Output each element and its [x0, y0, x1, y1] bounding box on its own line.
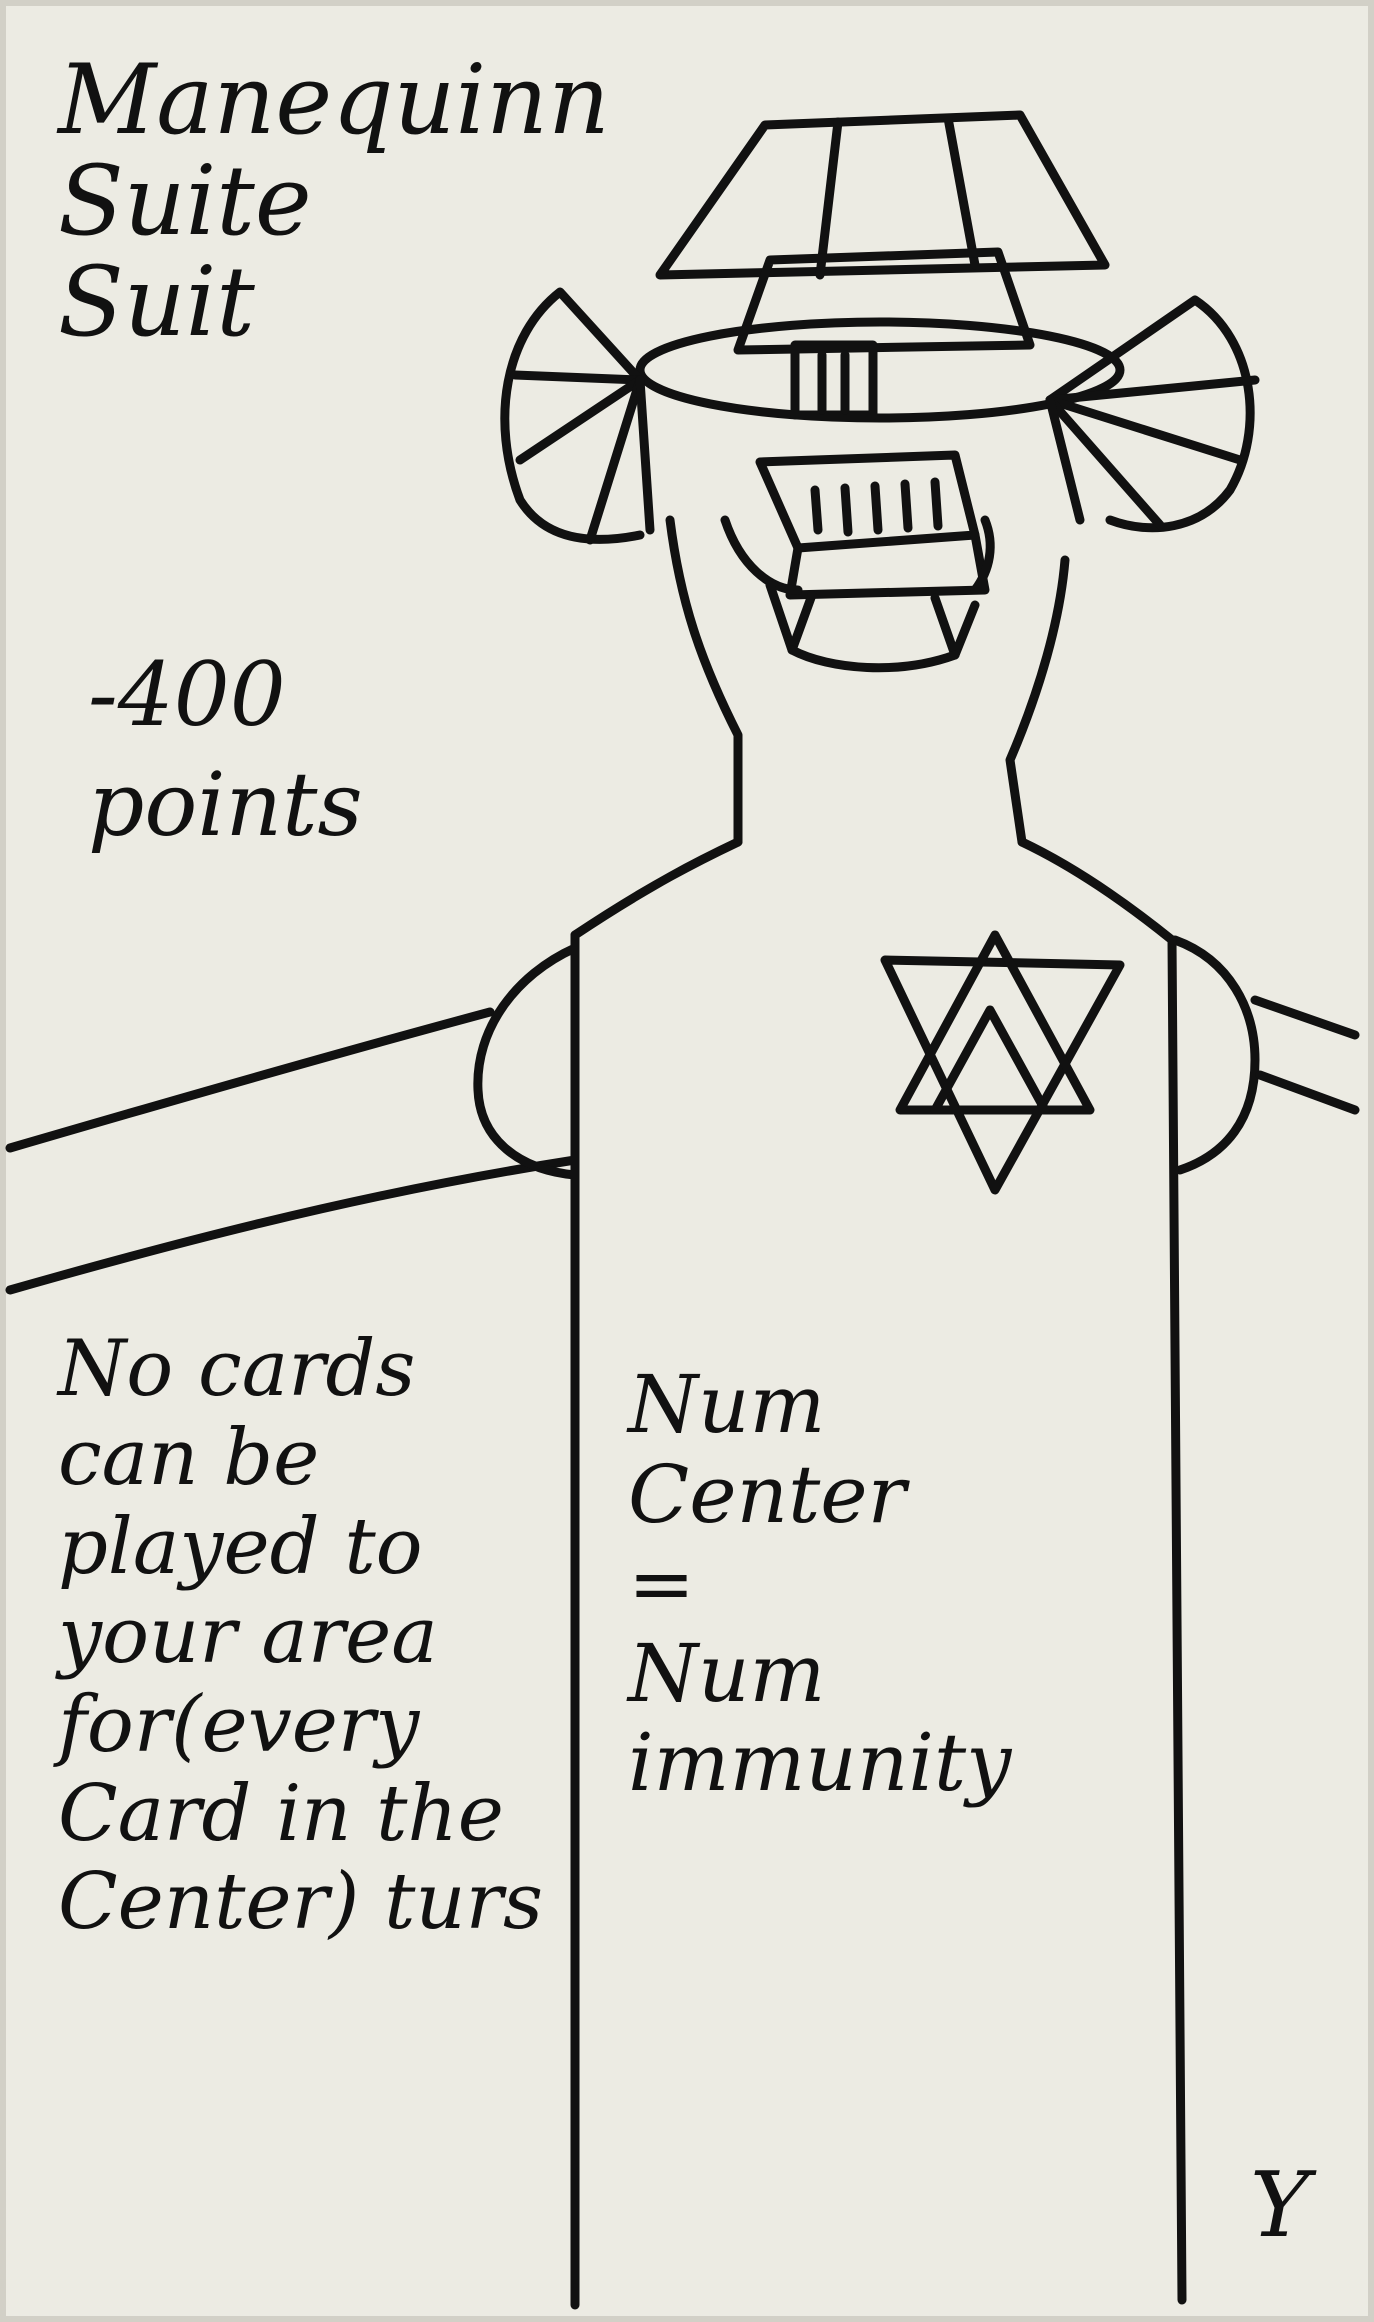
left-shoulder	[473, 943, 580, 1180]
right-arm-upper	[1250, 995, 1360, 1040]
card-title: Manequinn Suite Suit	[58, 44, 610, 358]
right-arm-lower	[1255, 1070, 1360, 1115]
right-ear	[1045, 295, 1260, 533]
hat	[635, 110, 1125, 423]
left-arm	[5, 1007, 580, 1295]
playing-card: Manequinn Suite Suit -400 points No card…	[0, 0, 1374, 2322]
card-immunity-text: Num Center = Num immunity	[628, 1358, 1012, 1810]
star-of-david-icon	[880, 930, 1125, 1195]
neck-right	[1005, 555, 1070, 847]
artist-mark: Υ	[1250, 2153, 1310, 2258]
face	[720, 340, 995, 673]
card-points: -400 points	[88, 643, 363, 856]
neck-left	[665, 515, 743, 847]
card-rule-text: No cards can be played to your area for(…	[58, 1324, 543, 1948]
right-shoulder	[1170, 935, 1260, 1175]
